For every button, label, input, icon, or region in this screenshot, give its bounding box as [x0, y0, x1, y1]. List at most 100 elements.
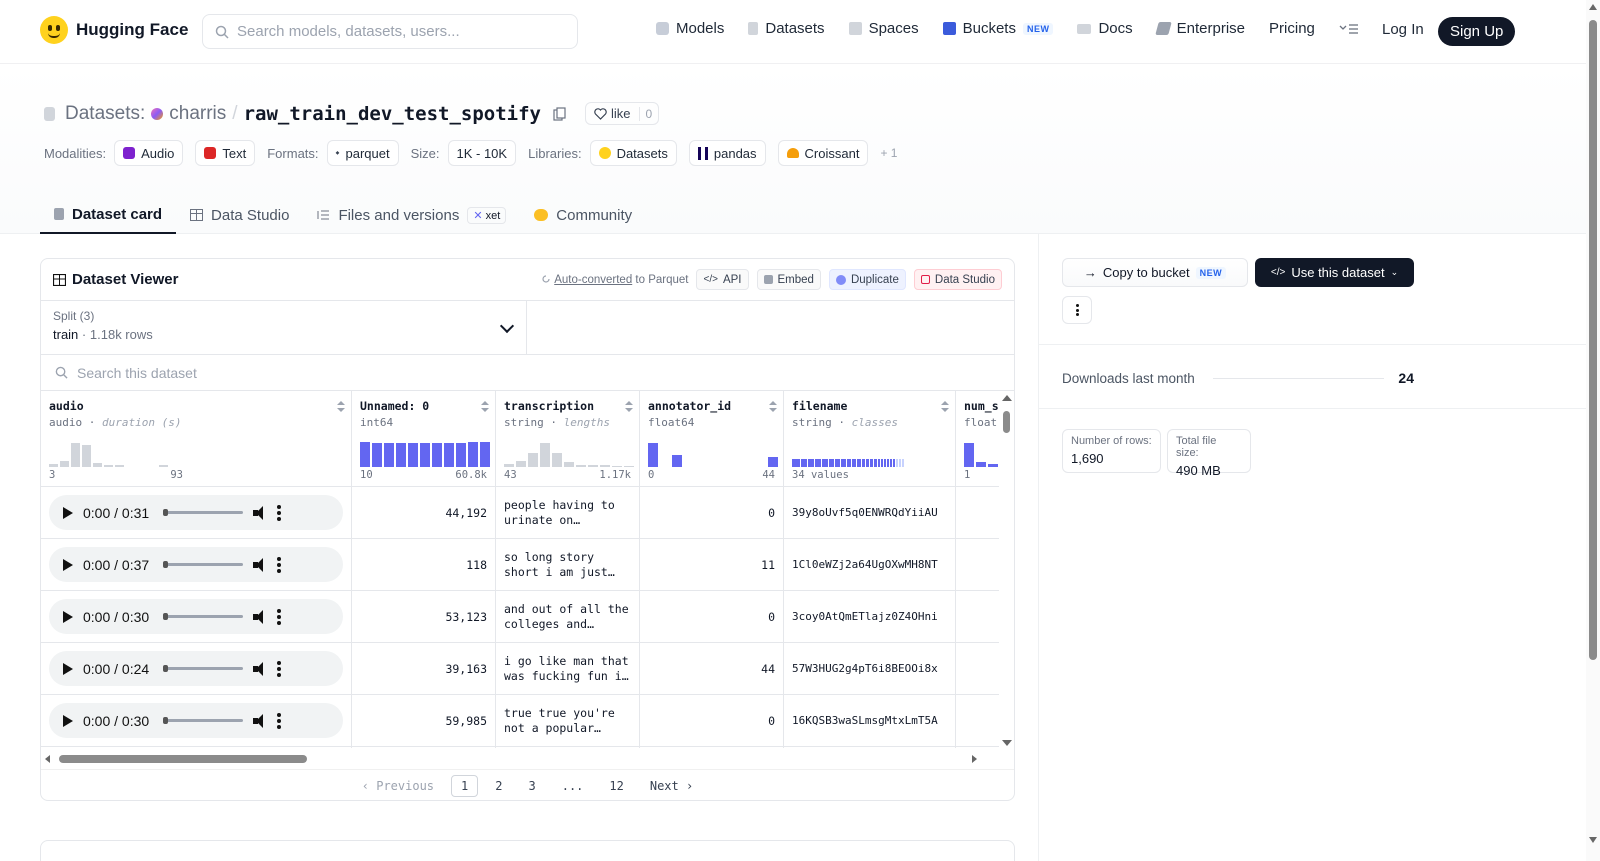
data-studio-button[interactable]: Data Studio	[913, 269, 1002, 290]
hugging-face-logo-icon	[40, 16, 68, 44]
api-button[interactable]: </> API	[696, 269, 749, 290]
table-row[interactable]: 0:00 / 0:24 39,163 i go like man that was …	[41, 643, 999, 695]
dataset-search-input[interactable]	[77, 364, 477, 381]
nav-enterprise[interactable]: Enterprise	[1154, 20, 1245, 37]
volume-icon[interactable]	[253, 505, 267, 520]
column-header[interactable]: num_s float 1	[956, 391, 999, 487]
table-row[interactable]: 0:00 / 0:30 59,985 true true you're not a …	[41, 695, 999, 747]
dataset-search[interactable]	[41, 355, 1014, 391]
sort-icon[interactable]	[941, 401, 949, 413]
volume-icon[interactable]	[253, 713, 267, 728]
sort-icon[interactable]	[481, 401, 489, 413]
tag-parquet[interactable]: ⬩ parquet	[326, 140, 399, 166]
prev-page-button[interactable]: ‹ Previous	[353, 776, 443, 796]
table-vertical-scrollbar[interactable]	[999, 391, 1014, 748]
play-icon[interactable]	[63, 558, 73, 571]
title-prefix: Datasets:	[65, 102, 146, 124]
volume-icon[interactable]	[253, 661, 267, 676]
page-scrollbar[interactable]	[1586, 0, 1600, 861]
column-header[interactable]: audio audio · duration (s) 3 93	[41, 391, 351, 487]
nav-buckets[interactable]: Buckets NEW	[942, 20, 1054, 37]
annotator-cell: 0	[640, 695, 784, 746]
audio-progress[interactable]	[163, 509, 243, 516]
more-libraries[interactable]: + 1	[880, 146, 897, 160]
copy-to-bucket-button[interactable]: → Copy to bucket NEW	[1062, 258, 1248, 287]
column-header[interactable]: transcription string · lengths 43 1.17k	[496, 391, 639, 487]
column-header[interactable]: Unnamed: 0 int64 10 60.8k	[352, 391, 495, 487]
title-user[interactable]: charris	[169, 103, 226, 125]
kebab-icon[interactable]	[277, 608, 281, 625]
audio-player[interactable]: 0:00 / 0:31	[49, 495, 343, 530]
nav-models[interactable]: Models	[656, 20, 724, 37]
page-2[interactable]: 2	[486, 776, 511, 796]
play-icon[interactable]	[63, 610, 73, 623]
sort-icon[interactable]	[337, 401, 345, 413]
tab-files[interactable]: Files and versions ✕ xet	[303, 196, 520, 234]
table-row[interactable]: 0:00 / 0:31 44,192 people having to urinat…	[41, 487, 999, 539]
next-page-button[interactable]: Next ›	[641, 776, 702, 796]
audio-player[interactable]: 0:00 / 0:30	[49, 599, 343, 634]
page-3[interactable]: 3	[519, 776, 544, 796]
volume-icon[interactable]	[253, 609, 267, 624]
nav-pricing[interactable]: Pricing	[1269, 20, 1315, 37]
column-header[interactable]: filename string · classes 34 values	[784, 391, 955, 487]
column-header[interactable]: annotator_id float64 0 44	[640, 391, 783, 487]
table-row[interactable]: 0:00 / 0:37 118 so long story short i am j…	[41, 539, 999, 591]
tab-data-studio[interactable]: Data Studio	[176, 196, 303, 234]
downloads-stat: Downloads last month 24	[1062, 370, 1414, 386]
use-this-dataset-button[interactable]: </> Use this dataset ⌄	[1255, 258, 1414, 287]
global-search[interactable]	[202, 14, 578, 49]
audio-progress[interactable]	[163, 613, 243, 620]
tag-text[interactable]: Text	[195, 140, 256, 166]
search-input[interactable]	[237, 23, 557, 40]
page-1[interactable]: 1	[451, 774, 479, 797]
brand-logo[interactable]: Hugging Face	[40, 16, 188, 44]
table-row[interactable]: 0:00 / 0:30 53,123 and out of all the coll…	[41, 591, 999, 643]
tag-croissant[interactable]: Croissant	[777, 140, 869, 166]
tag-pandas[interactable]: pandas	[688, 140, 766, 166]
like-button[interactable]: like 0	[584, 102, 660, 125]
audio-progress[interactable]	[163, 561, 243, 568]
card-icon	[54, 208, 64, 220]
data-studio-icon	[920, 275, 930, 284]
nav-docs[interactable]: Docs	[1077, 20, 1133, 37]
split-selector[interactable]: Split (3) train · 1.18k rows	[41, 301, 527, 354]
tab-dataset-card[interactable]: Dataset card	[40, 196, 177, 234]
num-s-cell	[956, 695, 999, 746]
more-options-button[interactable]	[1062, 296, 1092, 324]
audio-player[interactable]: 0:00 / 0:24	[49, 651, 343, 686]
audio-player[interactable]: 0:00 / 0:37	[49, 547, 343, 582]
tag-size[interactable]: 1K - 10K	[447, 140, 517, 166]
kebab-icon[interactable]	[277, 712, 281, 729]
audio-progress[interactable]	[163, 665, 243, 672]
login-link[interactable]: Log In	[1382, 21, 1424, 38]
nav-datasets[interactable]: Datasets	[748, 20, 825, 37]
kebab-icon[interactable]	[277, 556, 281, 573]
models-icon	[656, 22, 669, 35]
tag-audio[interactable]: Audio	[114, 140, 184, 166]
volume-icon[interactable]	[253, 557, 267, 572]
embed-button[interactable]: Embed	[756, 269, 821, 290]
nav-spaces[interactable]: Spaces	[848, 20, 919, 37]
sort-icon[interactable]	[769, 401, 777, 413]
signup-button[interactable]: Sign Up	[1438, 17, 1516, 46]
table-horizontal-scrollbar[interactable]	[41, 751, 999, 767]
tab-community[interactable]: Community	[520, 196, 646, 234]
nav-menu-button[interactable]	[1339, 23, 1359, 35]
copy-icon[interactable]	[553, 106, 567, 121]
play-icon[interactable]	[63, 714, 73, 727]
title-dataset-name[interactable]: raw_train_dev_test_spotify	[244, 103, 541, 125]
kebab-icon[interactable]	[277, 504, 281, 521]
sort-icon[interactable]	[625, 401, 633, 413]
audio-cell: 0:00 / 0:37	[41, 539, 352, 591]
play-icon[interactable]	[63, 662, 73, 675]
pagination: ‹ Previous 1 2 3 ... 12 Next ›	[41, 769, 1014, 800]
duplicate-button[interactable]: Duplicate	[828, 269, 906, 290]
page-12[interactable]: 12	[600, 776, 632, 796]
play-icon[interactable]	[63, 506, 73, 519]
tag-datasets-lib[interactable]: Datasets	[589, 140, 677, 166]
audio-progress[interactable]	[163, 717, 243, 724]
audio-player[interactable]: 0:00 / 0:30	[49, 703, 343, 738]
kebab-icon[interactable]	[277, 660, 281, 677]
auto-converted-note[interactable]: Auto-converted to Parquet	[541, 274, 688, 286]
